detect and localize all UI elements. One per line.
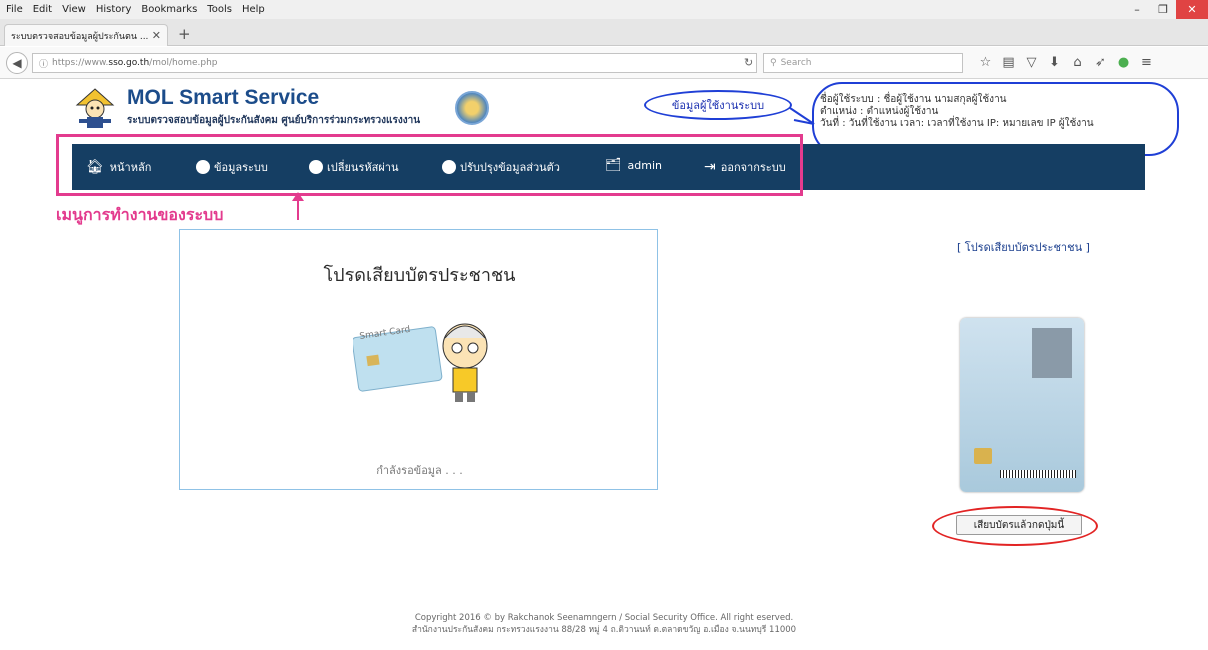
button-annotation-ring — [932, 506, 1098, 546]
browser-tab[interactable]: ระบบตรวจสอบข้อมูลผู้ประกันตน ... ✕ — [4, 24, 168, 46]
back-icon[interactable]: ◀ — [6, 52, 28, 74]
site-subtitle: ระบบตรวจสอบข้อมูลผู้ประกันสังคม ศูนย์บริ… — [127, 115, 421, 126]
card-insert-panel: โปรดเสียบบัตรประชาชน Smart Card กำลังรอข… — [179, 229, 658, 490]
user-position-line: ตำแหน่ง : ตำแหน่งผู้ใช้งาน — [820, 106, 939, 117]
site-title: MOL Smart Service — [127, 86, 320, 109]
url-prefix: https://www. — [52, 58, 109, 68]
footer-address: สำนักงานประกันสังคม กระทรวงแรงงาน 88/28 … — [411, 625, 797, 635]
thai-id-card-image — [960, 318, 1084, 492]
minimize-icon[interactable]: – — [1124, 0, 1150, 19]
bookmark-star-icon[interactable]: ☆ — [974, 55, 997, 70]
search-icon: ⚲ — [770, 58, 777, 68]
url-path: /mol/home.php — [149, 58, 218, 68]
hamburger-menu-icon[interactable]: ≡ — [1135, 55, 1158, 70]
browser-menubar: File Edit View History Bookmarks Tools H… — [0, 0, 1208, 19]
extension-icon[interactable]: ● — [1112, 55, 1135, 70]
home-icon[interactable]: ⌂ — [1066, 55, 1089, 70]
panel-title: โปรดเสียบบัตรประชาชน — [323, 265, 516, 286]
search-placeholder: Search — [780, 58, 812, 68]
info-icon[interactable]: ⓘ — [39, 57, 48, 70]
new-tab-icon[interactable]: + — [178, 25, 191, 43]
card-photo — [1032, 328, 1072, 378]
reload-icon[interactable]: ↻ — [744, 56, 753, 69]
reading-list-icon[interactable]: ▤ — [997, 55, 1020, 70]
smart-card-illustration: Smart Card — [353, 323, 488, 402]
user-datetime-line: วันที่ : วันที่ใช้งาน เวลา: เวลาที่ใช้งา… — [820, 118, 1094, 129]
mol-mascot-logo — [75, 88, 115, 128]
tab-title: ระบบตรวจสอบข้อมูลผู้ประกันตน ... — [11, 31, 149, 42]
annotation-arrow — [292, 192, 304, 220]
window-controls: – ❐ ✕ — [1124, 0, 1208, 19]
menu-bookmarks[interactable]: Bookmarks — [141, 4, 197, 15]
card-barcode — [1000, 470, 1076, 478]
menu-annotation-box — [56, 134, 803, 196]
ministry-emblem — [455, 91, 489, 125]
navigation-bar: ◀ ⓘ https://www. sso.go.th/mol/home.php ↻… — [0, 47, 1208, 79]
footer: Copyright 2016 © by Rakchanok Seenamnger… — [0, 612, 1208, 636]
menu-edit[interactable]: Edit — [33, 4, 52, 15]
menu-annotation-label: เมนูการทำงานของระบบ — [56, 205, 224, 224]
close-icon[interactable]: ✕ — [1176, 0, 1208, 19]
search-input[interactable]: ⚲ Search — [763, 53, 963, 73]
menu-file[interactable]: File — [6, 4, 23, 15]
footer-copyright: Copyright 2016 © by Rakchanok Seenamnger… — [414, 613, 794, 623]
url-bar[interactable]: ⓘ https://www. sso.go.th/mol/home.php — [32, 53, 757, 73]
menu-view[interactable]: View — [62, 4, 86, 15]
tab-close-icon[interactable]: ✕ — [152, 29, 161, 42]
pocket-icon[interactable]: ▽ — [1020, 55, 1043, 70]
card-chip — [974, 448, 992, 464]
url-host: sso.go.th — [108, 58, 150, 68]
restore-icon[interactable]: ❐ — [1150, 0, 1176, 19]
user-info-callout: ข้อมูลผู้ใช้งานระบบ — [644, 90, 792, 120]
toolbar-icons: ☆ ▤ ▽ ⬇ ⌂ ➶ ● ≡ — [974, 55, 1158, 70]
insert-card-link[interactable]: [ โปรดเสียบบัตรประชาชน ] — [957, 238, 1090, 256]
user-name-line: ชื่อผู้ใช้ระบบ : ชื่อผู้ใช้งาน นามสกุลผู… — [820, 94, 1007, 105]
send-icon[interactable]: ➶ — [1089, 55, 1112, 70]
menu-help[interactable]: Help — [242, 4, 265, 15]
menu-history[interactable]: History — [96, 4, 132, 15]
tab-strip: ระบบตรวจสอบข้อมูลผู้ประกันตน ... ✕ + — [0, 19, 1208, 46]
loading-text: กำลังรอข้อมูล . . . — [376, 464, 463, 477]
menu-tools[interactable]: Tools — [207, 4, 232, 15]
download-icon[interactable]: ⬇ — [1043, 55, 1066, 70]
